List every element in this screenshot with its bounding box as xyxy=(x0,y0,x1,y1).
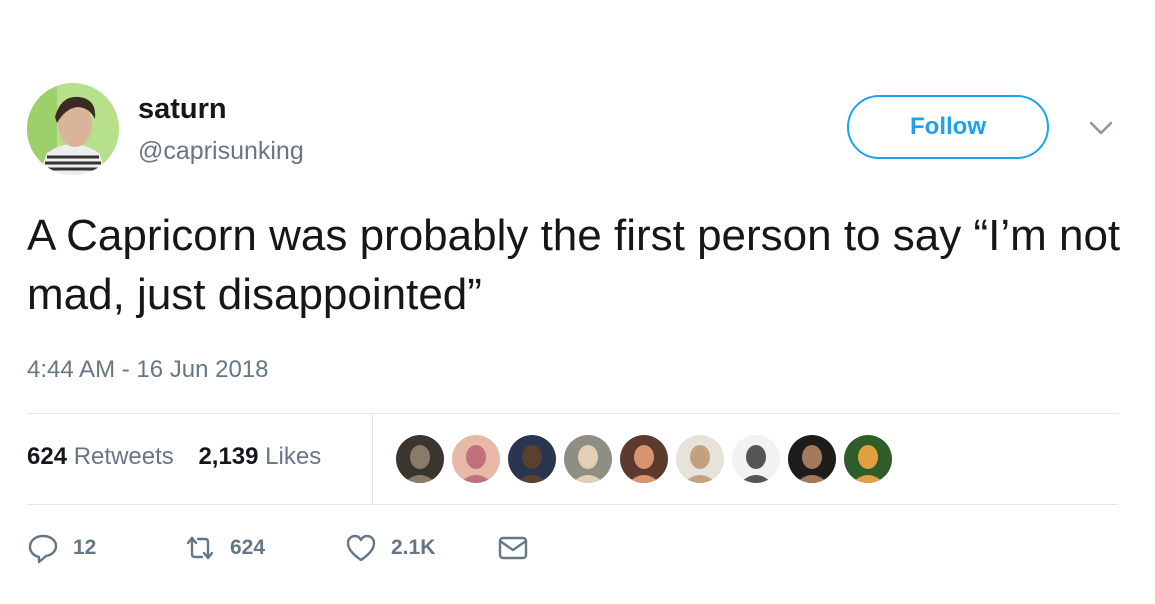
stats-divider xyxy=(372,414,373,504)
follow-button[interactable]: Follow xyxy=(847,95,1049,159)
retweet-button[interactable]: 624 xyxy=(184,530,265,566)
liker-avatar[interactable] xyxy=(563,434,613,484)
user-handle[interactable]: @caprisunking xyxy=(138,137,304,166)
chevron-down-icon[interactable] xyxy=(1086,116,1116,140)
likes-stat[interactable]: 2,139 Likes xyxy=(198,443,321,470)
like-button[interactable]: 2.1K xyxy=(345,530,435,566)
display-name[interactable]: saturn xyxy=(138,93,227,126)
profile-photo xyxy=(27,83,119,175)
liker-avatar[interactable] xyxy=(507,434,557,484)
retweets-label: Retweets xyxy=(73,443,174,470)
message-button[interactable] xyxy=(497,530,529,566)
liker-avatar[interactable] xyxy=(787,434,837,484)
likes-count: 2,139 xyxy=(198,443,259,470)
retweets-stat[interactable]: 624 Retweets xyxy=(27,443,174,470)
likes-label: Likes xyxy=(265,443,322,470)
retweet-icon xyxy=(186,536,214,560)
reply-count: 12 xyxy=(73,536,97,559)
divider xyxy=(27,413,1118,414)
reply-icon xyxy=(28,534,58,564)
retweet-count: 624 xyxy=(230,536,266,559)
reply-button[interactable]: 12 xyxy=(27,530,96,566)
envelope-icon xyxy=(498,536,528,560)
liker-avatar[interactable] xyxy=(843,434,893,484)
liker-avatar[interactable] xyxy=(675,434,725,484)
tweet-stats: 624 Retweets 2,139 Likes xyxy=(27,443,339,471)
tweet-timestamp[interactable]: 4:44 AM - 16 Jun 2018 xyxy=(27,356,269,384)
liker-avatar[interactable] xyxy=(395,434,445,484)
retweets-count: 624 xyxy=(27,443,68,470)
liker-avatar[interactable] xyxy=(731,434,781,484)
heart-icon xyxy=(346,534,376,562)
liker-avatar[interactable] xyxy=(619,434,669,484)
avatar[interactable] xyxy=(27,83,119,175)
tweet-text: A Capricorn was probably the first perso… xyxy=(27,211,1121,319)
divider xyxy=(27,504,1118,505)
like-count: 2.1K xyxy=(391,536,436,559)
liker-avatar[interactable] xyxy=(451,434,501,484)
